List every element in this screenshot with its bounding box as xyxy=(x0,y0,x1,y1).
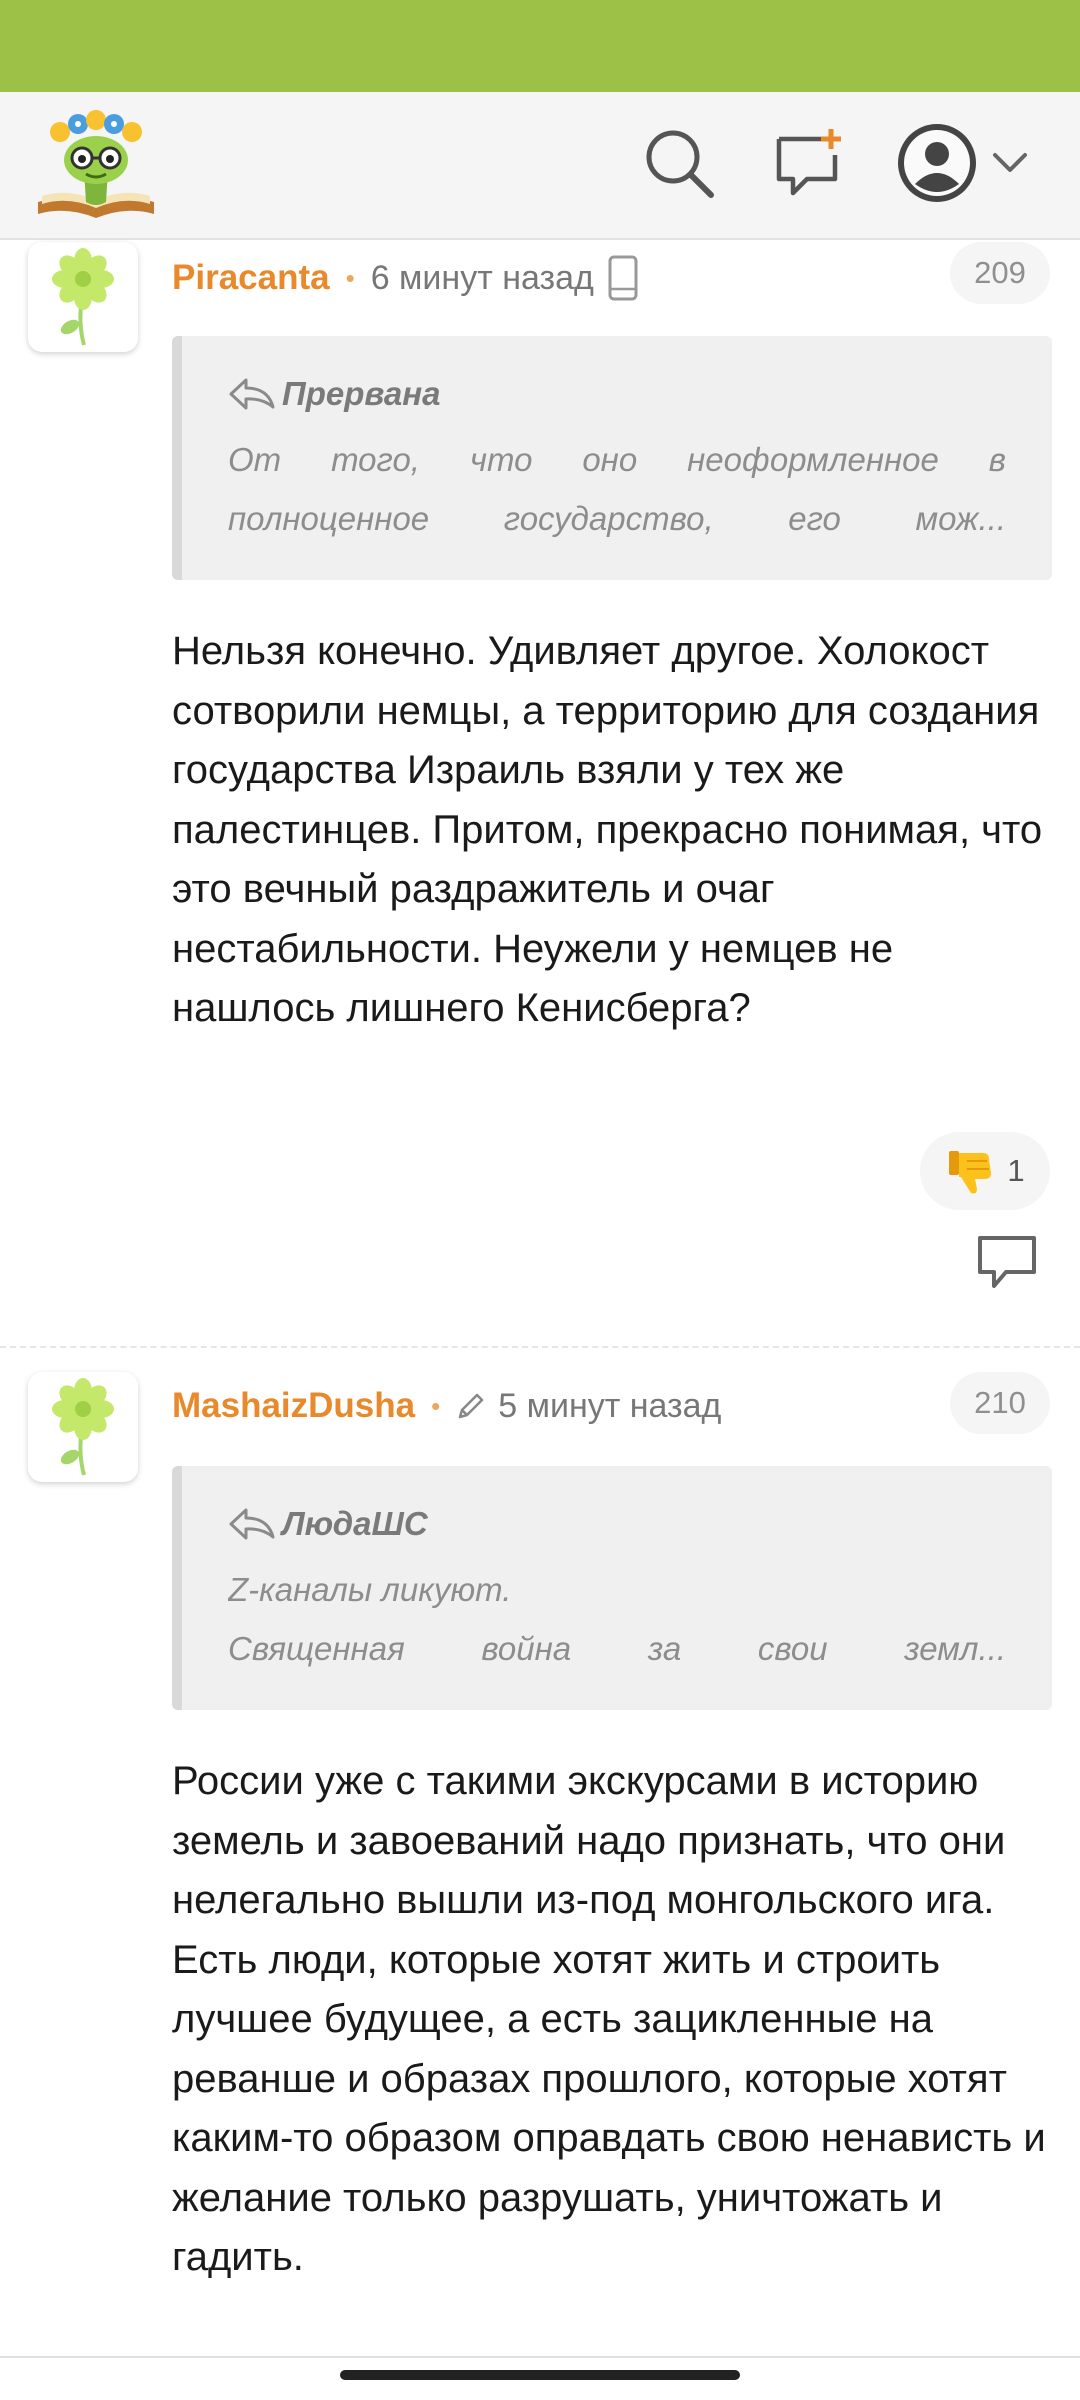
quoted-comment[interactable]: Прервана От того, что оно неоформленное … xyxy=(172,336,1052,580)
profile-menu-button[interactable] xyxy=(896,118,1046,212)
comment-number-badge[interactable]: 210 xyxy=(950,1372,1050,1434)
search-icon xyxy=(643,127,715,204)
reply-arrow-icon xyxy=(228,376,276,412)
reply-comment-icon xyxy=(974,1236,1040,1296)
quote-line: полноценное государство, его мож... xyxy=(228,500,1006,537)
comment-paragraph: Есть люди, которые хотят жить и строить … xyxy=(172,1937,1046,2280)
quote-author-name: Прервана xyxy=(282,375,441,412)
quote-author: ЛюдаШС xyxy=(228,1502,1006,1546)
comment-text: Нельзя конечно. Удивляет другое. Холокос… xyxy=(172,622,1052,1039)
pencil-icon xyxy=(456,1391,486,1421)
comment-divider xyxy=(0,1346,1080,1348)
dislike-reaction[interactable]: 1 xyxy=(920,1132,1050,1210)
user-avatar-icon xyxy=(896,122,978,209)
quoted-comment[interactable]: ЛюдаШС Z-каналы ликуют. Священная война … xyxy=(172,1466,1052,1710)
comment-text: России уже с такими экскурсами в историю… xyxy=(172,1752,1052,2288)
separator-dot: • xyxy=(431,1390,441,1421)
quote-line: Священная война за свои земл... xyxy=(228,1630,1006,1667)
app-header xyxy=(0,92,1080,240)
comment-paragraph: Нельзя конечно. Удивляет другое. Холокос… xyxy=(172,629,1043,1030)
gesture-nav-handle[interactable] xyxy=(340,2370,740,2380)
quote-line: Z-каналы ликуют. xyxy=(228,1571,512,1608)
author-name[interactable]: Piracanta xyxy=(172,258,330,298)
comment-meta: Piracanta • 6 минут назад xyxy=(172,252,638,304)
comment-paragraph: России уже с такими экскурсами в историю… xyxy=(172,1759,1006,1922)
separator-dot: • xyxy=(345,262,355,293)
thumbs-down-icon xyxy=(945,1145,997,1197)
avatar[interactable] xyxy=(28,1372,138,1482)
reply-button[interactable] xyxy=(974,1232,1040,1292)
new-message-icon xyxy=(773,125,849,206)
comment-time: 5 минут назад xyxy=(498,1386,722,1425)
quote-author: Прервана xyxy=(228,372,1006,416)
author-name[interactable]: MashaizDusha xyxy=(172,1386,415,1426)
avatar[interactable] xyxy=(28,242,138,352)
comment-number-badge[interactable]: 209 xyxy=(950,242,1050,304)
chevron-down-icon xyxy=(992,152,1028,179)
mobile-device-icon xyxy=(608,255,638,301)
comment-meta: MashaizDusha • 5 минут назад xyxy=(172,1380,721,1432)
search-button[interactable] xyxy=(634,120,724,210)
new-message-button[interactable] xyxy=(766,120,856,210)
reaction-count: 1 xyxy=(1007,1153,1025,1188)
quote-author-name: ЛюдаШС xyxy=(282,1505,428,1542)
reply-arrow-icon xyxy=(228,1506,276,1542)
bottom-divider xyxy=(0,2356,1080,2358)
bookworm-logo-icon[interactable] xyxy=(34,110,158,222)
status-bar xyxy=(0,0,1080,92)
quote-line: От того, что оно неоформленное в xyxy=(228,441,1006,478)
comment-time: 6 минут назад xyxy=(370,258,594,297)
